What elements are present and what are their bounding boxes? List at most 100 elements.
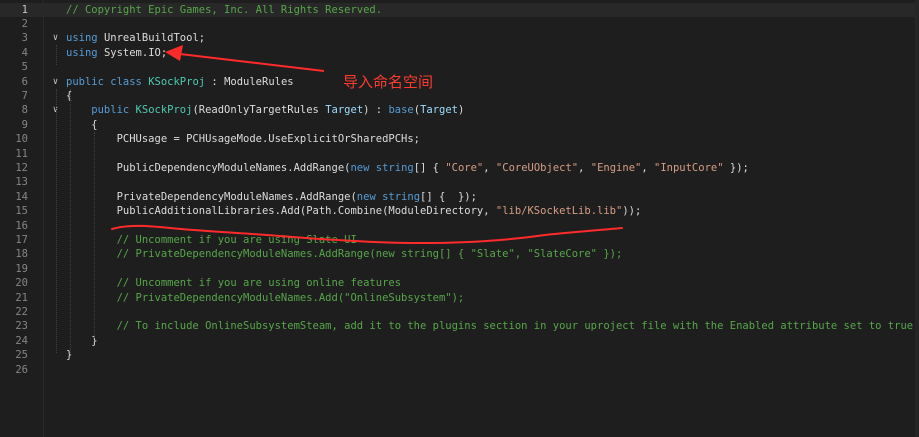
line-number: 16 [15, 219, 28, 232]
code-line[interactable]: 1 // Copyright Epic Games, Inc. All Right… [0, 2, 919, 17]
code-line[interactable]: 13 [0, 175, 919, 189]
indent-guide [70, 89, 71, 353]
code-line[interactable]: 9 { [0, 118, 919, 132]
code-token: [] { [413, 161, 446, 174]
code-line[interactable]: 25} [0, 348, 919, 362]
code-text[interactable]: // Uncomment if you are using online fea… [66, 276, 401, 290]
code-line[interactable]: 7{ [0, 89, 919, 103]
line-number: 19 [15, 262, 28, 275]
annotation-label: 导入命名空间 [343, 73, 434, 91]
fold-toggle-icon[interactable]: ∨ [51, 75, 60, 89]
code-line[interactable]: 16 [0, 219, 919, 233]
code-token: base [388, 104, 414, 117]
code-line[interactable]: 11 [0, 147, 919, 161]
code-token: // Uncomment if you are using Slate UI [66, 233, 357, 246]
code-token: }); [723, 161, 749, 174]
code-editor[interactable]: 1 // Copyright Epic Games, Inc. All Right… [0, 0, 919, 437]
line-number: 6 [21, 75, 28, 88]
code-line[interactable]: 21 // PrivateDependencyModuleNames.Add("… [0, 291, 919, 305]
code-line[interactable]: 19 [0, 262, 919, 276]
line-number: 5 [21, 61, 28, 74]
line-number: 2 [21, 17, 28, 30]
code-text[interactable]: public class KSockProj : ModuleRules [66, 75, 294, 89]
line-number: 9 [21, 118, 28, 131]
code-token: "InputCore" [654, 161, 724, 174]
code-text[interactable]: PublicDependencyModuleNames.AddRange(new… [66, 161, 749, 175]
line-number: 8 [21, 104, 28, 117]
code-token: , [483, 161, 496, 174]
line-number: 21 [15, 291, 28, 304]
code-token: )); [622, 205, 642, 218]
code-text[interactable]: // Copyright Epic Games, Inc. All Rights… [66, 3, 382, 17]
code-token: , [641, 161, 654, 174]
code-token: KSockProj [148, 75, 206, 88]
code-token: // Uncomment if you are using online fea… [66, 277, 402, 290]
line-number: 4 [21, 46, 28, 59]
code-text[interactable]: PublicAdditionalLibraries.Add(Path.Combi… [66, 204, 642, 218]
code-line[interactable]: 26 [0, 363, 919, 377]
code-line[interactable]: 3 ∨ using UnrealBuildTool; [0, 31, 919, 45]
line-number: 25 [15, 349, 28, 362]
line-number: 11 [15, 147, 28, 160]
code-token: UnrealBuildTool; [103, 32, 206, 45]
code-token: System.IO; [103, 46, 168, 59]
line-number: 7 [21, 89, 28, 102]
code-token: ) : [363, 104, 389, 117]
code-text[interactable]: PrivateDependencyModuleNames.AddRange(ne… [66, 190, 477, 204]
code-line[interactable]: 10 PCHUsage = PCHUsageMode.UseExplicitOr… [0, 132, 919, 146]
line-number: 3 [21, 32, 28, 45]
code-token: , [578, 161, 591, 174]
code-line[interactable]: 24 } [0, 334, 919, 348]
code-line[interactable]: 8 ∨ public KSockProj(ReadOnlyTargetRules … [0, 103, 919, 117]
code-token: using [66, 32, 104, 45]
line-number: 17 [15, 233, 28, 246]
code-token: new [356, 190, 383, 203]
code-line[interactable]: 15 PublicAdditionalLibraries.Add(Path.Co… [0, 204, 919, 218]
code-token: PublicDependencyModuleNames.AddRange( [66, 161, 351, 174]
code-token: // PrivateDependencyModuleNames.AddRange… [66, 248, 623, 261]
code-token: KSockProj [135, 104, 193, 117]
code-line[interactable]: 22 [0, 305, 919, 319]
code-line[interactable]: 23 // To include OnlineSubsystemSteam, a… [0, 319, 919, 333]
code-token: "Engine" [590, 161, 642, 174]
code-token: "lib/KSocketLib.lib" [495, 205, 623, 218]
code-line[interactable]: 6 ∨ public class KSockProj : ModuleRules [0, 75, 919, 89]
code-token: public [66, 104, 136, 117]
code-text[interactable]: // PrivateDependencyModuleNames.Add("Onl… [66, 291, 465, 305]
code-token: "CoreUObject" [495, 161, 579, 174]
code-token: (ReadOnlyTargetRules [192, 104, 326, 117]
code-token: string [382, 190, 421, 203]
code-token: Target [420, 104, 459, 117]
code-token: // To include OnlineSubsystemSteam, add … [66, 320, 914, 333]
code-line[interactable]: 2 [0, 17, 919, 31]
code-line[interactable]: 12 PublicDependencyModuleNames.AddRange(… [0, 161, 919, 175]
code-line[interactable]: 17 // Uncomment if you are using Slate U… [0, 233, 919, 247]
code-text[interactable]: PCHUsage = PCHUsageMode.UseExplicitOrSha… [66, 132, 420, 146]
code-text[interactable]: // PrivateDependencyModuleNames.AddRange… [66, 247, 623, 261]
code-text[interactable]: // Uncomment if you are using Slate UI [66, 233, 357, 247]
code-text[interactable]: using UnrealBuildTool; [66, 31, 205, 45]
indent-guide [56, 89, 57, 353]
code-token: "Core" [445, 161, 484, 174]
code-text[interactable]: using System.IO; [66, 46, 167, 60]
code-line[interactable]: 4 using System.IO; [0, 46, 919, 60]
code-token: Target [325, 104, 364, 117]
code-text[interactable]: public KSockProj(ReadOnlyTargetRules Tar… [66, 103, 464, 117]
code-line[interactable]: 20 // Uncomment if you are using online … [0, 276, 919, 290]
fold-toggle-icon[interactable]: ∨ [51, 31, 60, 45]
code-line[interactable]: 18 // PrivateDependencyModuleNames.AddRa… [0, 247, 919, 261]
code-line[interactable]: 14 PrivateDependencyModuleNames.AddRange… [0, 190, 919, 204]
line-number: 10 [15, 133, 28, 146]
code-line[interactable]: 5 [0, 60, 919, 74]
code-text[interactable]: // To include OnlineSubsystemSteam, add … [66, 319, 914, 333]
indent-guide [94, 132, 95, 338]
line-number: 22 [15, 305, 28, 318]
line-number: 26 [15, 363, 28, 376]
code-token: ModuleRules [224, 75, 294, 88]
code-token: PrivateDependencyModuleNames.AddRange( [66, 190, 357, 203]
line-number: 1 [21, 3, 28, 16]
vertical-scrollbar[interactable] [915, 0, 919, 437]
code-token: using [66, 46, 104, 59]
line-number: 12 [15, 161, 28, 174]
code-token: // PrivateDependencyModuleNames.Add("Onl… [66, 291, 465, 304]
